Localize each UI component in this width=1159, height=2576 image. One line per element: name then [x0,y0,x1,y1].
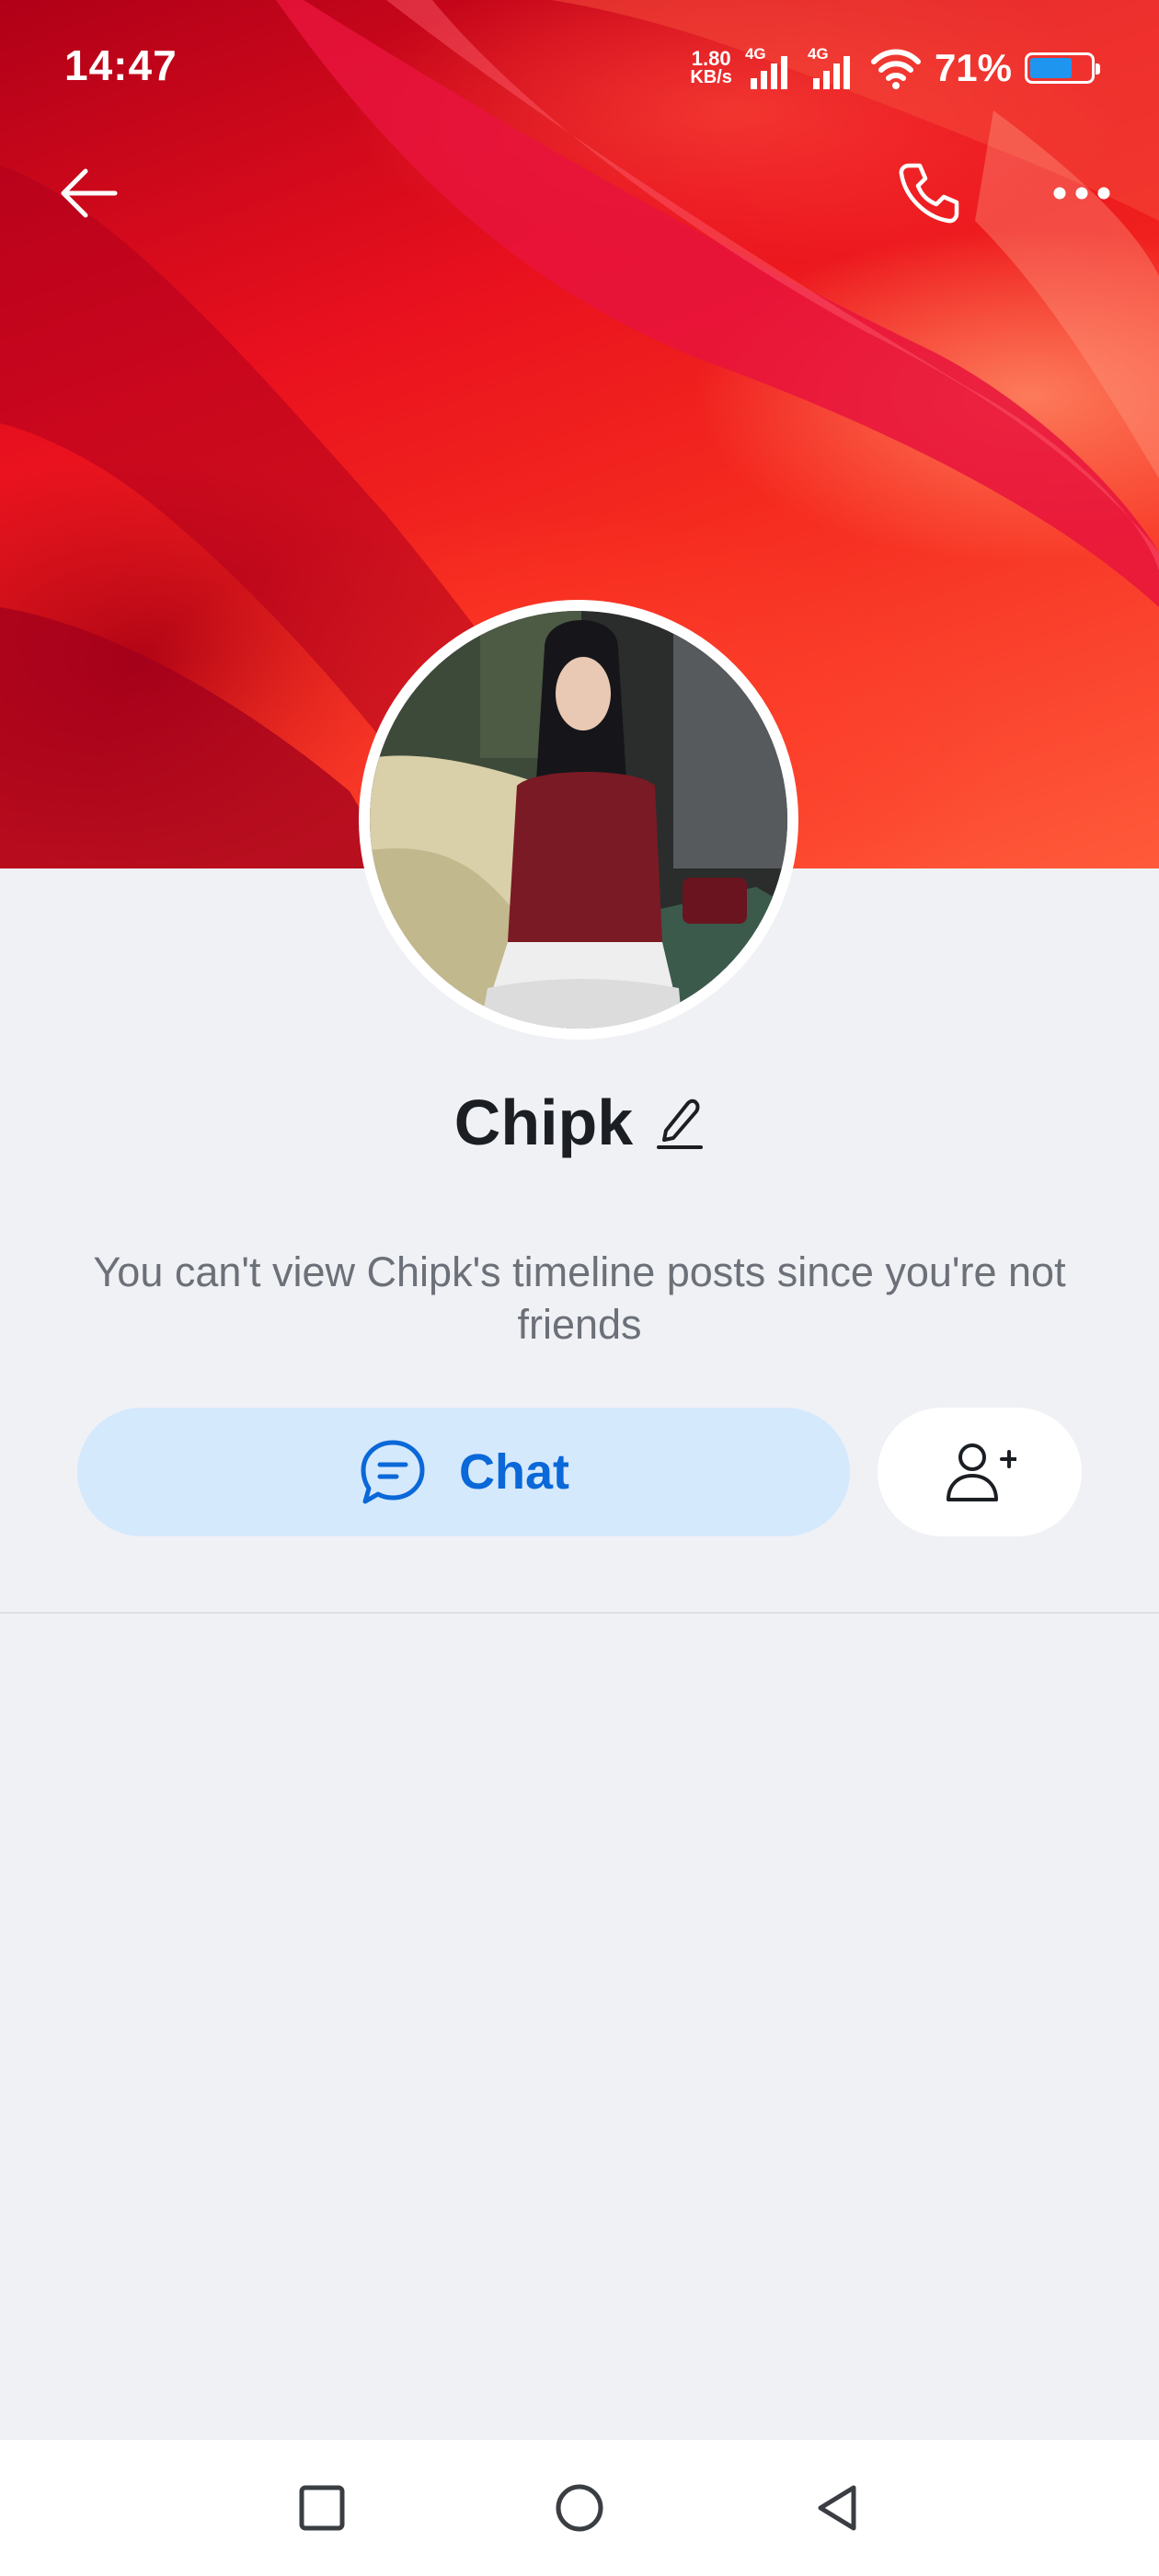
call-button[interactable] [883,147,975,239]
wifi-icon [870,49,921,89]
home-button[interactable] [534,2462,625,2554]
chat-bubble-icon [361,1440,425,1504]
network-speed-unit: KB/s [690,67,732,87]
status-time: 14:47 [64,41,178,89]
chat-button-label: Chat [459,1444,569,1500]
sim1-network-type: 4G [744,45,766,63]
profile-name-row: Chipk [0,1086,1159,1159]
arrow-left-icon [61,168,118,218]
battery-percent: 71% [934,46,1012,89]
profile-avatar[interactable] [359,600,798,1040]
section-divider [0,1612,1159,1614]
battery-fill [1030,58,1073,78]
pencil-icon[interactable] [657,1096,705,1149]
status-bar: 14:47 1.80 KB/s 4G 4G 71% [0,0,1159,138]
phone-icon [899,163,959,224]
chat-button[interactable]: Chat [77,1408,850,1536]
triangle-back-icon [818,2485,856,2531]
back-button[interactable] [42,147,134,239]
more-horizontal-icon [1053,187,1110,200]
square-icon [299,2485,345,2531]
system-navigation-bar [0,2440,1159,2576]
network-speed: 1.80 KB/s [690,47,732,87]
avatar-photo [370,611,787,1029]
signal-sim1-icon: 4G [745,45,795,91]
profile-name: Chipk [453,1087,634,1158]
add-friend-button[interactable] [878,1408,1082,1536]
system-back-button[interactable] [791,2462,883,2554]
status-icons: 1.80 KB/s 4G 4G 71% [690,40,1100,96]
battery-icon [1025,52,1100,84]
more-options-button[interactable] [1036,147,1128,239]
signal-sim2-icon: 4G [808,45,857,91]
circle-icon [556,2484,603,2532]
add-friend-icon [947,1443,1016,1501]
sim2-network-type: 4G [807,45,829,63]
network-speed-value: 1.80 [691,47,731,70]
not-friends-notice: You can't view Chipk's timeline posts si… [93,1248,1066,1348]
recents-button[interactable] [276,2462,368,2554]
